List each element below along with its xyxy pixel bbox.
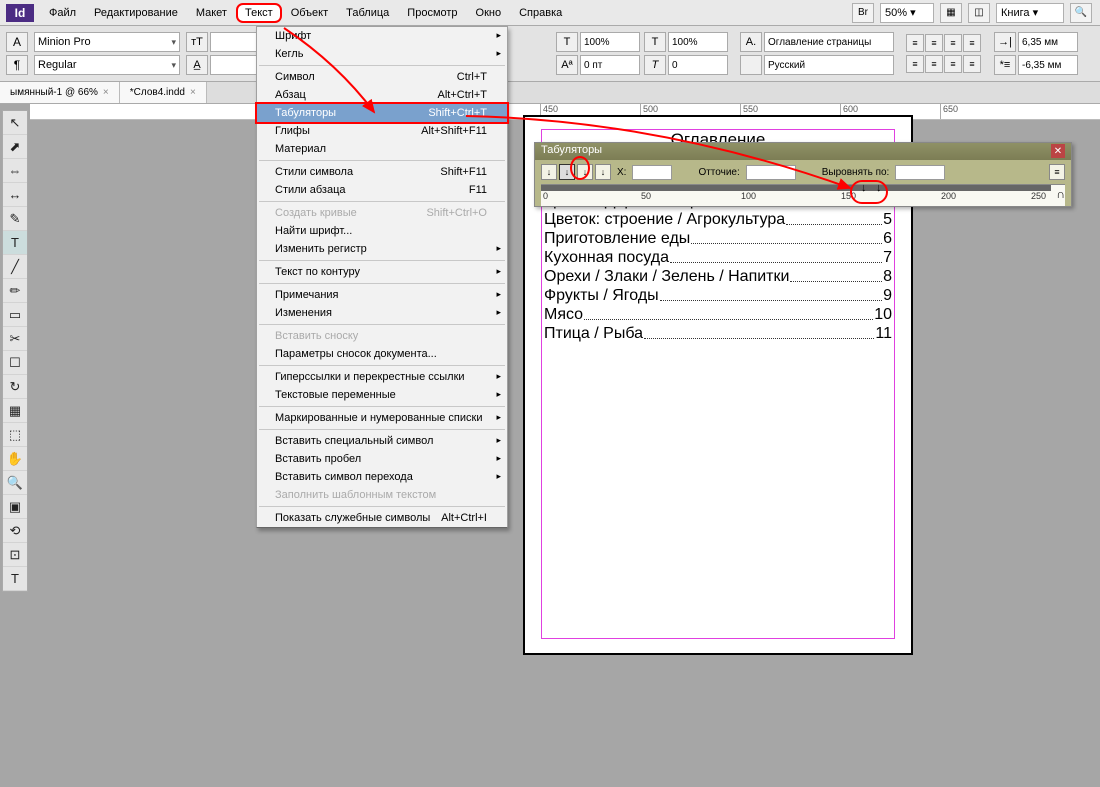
hscale-icon: T xyxy=(556,32,578,52)
toolbox: ↖⬈⇔↔✎T╱✏▭✂☐↻▦⬚✋🔍▣⟲⊡T xyxy=(2,110,28,592)
annotation-arrow-2 xyxy=(460,110,880,203)
menu-object[interactable]: Объект xyxy=(282,3,337,23)
baseline-input[interactable]: 0 пт xyxy=(580,55,640,75)
menu-item[interactable]: Параметры сносок документа... xyxy=(257,345,507,363)
leading-icon: A̲ xyxy=(186,55,208,75)
menu-view[interactable]: Просмотр xyxy=(398,3,466,23)
tool-button[interactable]: ╱ xyxy=(3,255,27,279)
menu-item[interactable]: Вставить символ перехода▸ xyxy=(257,468,507,486)
font-family-select[interactable]: Minion Pro▾ xyxy=(34,32,180,52)
tool-button[interactable]: T xyxy=(3,231,27,255)
tool-button[interactable]: T xyxy=(3,567,27,591)
hscale-input[interactable]: 100% xyxy=(580,32,640,52)
document-tabs: ымянный-1 @ 66%× *Слов4.indd× xyxy=(0,82,1100,104)
align-buttons-2[interactable]: ≡≡≡≡ xyxy=(906,55,982,73)
menu-item: Вставить сноску xyxy=(257,327,507,345)
workspace-switch[interactable]: Книга ▾ xyxy=(996,3,1064,23)
menu-text[interactable]: Текст xyxy=(236,3,282,23)
menu-item[interactable]: Изменить регистр▸ xyxy=(257,240,507,258)
menu-item[interactable]: Изменения▸ xyxy=(257,304,507,322)
app-icon: Id xyxy=(6,4,34,22)
bridge-icon[interactable]: Br xyxy=(852,3,874,23)
menubar: Id Файл Редактирование Макет Текст Объек… xyxy=(0,0,1100,26)
tool-button[interactable]: ▭ xyxy=(3,303,27,327)
char-mode-icon[interactable]: A xyxy=(6,32,28,52)
align-input[interactable] xyxy=(895,165,945,180)
indent-left-icon: →| xyxy=(994,32,1016,52)
arrange-icon[interactable]: ◫ xyxy=(968,3,990,23)
para-mode-icon[interactable]: ¶ xyxy=(6,55,28,75)
close-icon[interactable]: × xyxy=(103,87,109,98)
menu-layout[interactable]: Макет xyxy=(187,3,236,23)
indent-2[interactable]: -6,35 мм xyxy=(1018,55,1078,75)
magnet-icon[interactable]: ∩ xyxy=(1056,187,1065,201)
indent-first-icon: *≡ xyxy=(994,55,1016,75)
tool-button[interactable]: ✂ xyxy=(3,327,27,351)
tool-button[interactable]: ⬚ xyxy=(3,423,27,447)
control-bar: A ¶ Minion Pro▾ Regular▾ тТ A̲ T100% Aª0… xyxy=(0,26,1100,82)
menu-item: Заполнить шаблонным текстом xyxy=(257,486,507,504)
skew-input[interactable]: 0 xyxy=(668,55,728,75)
menu-item[interactable]: Гиперссылки и перекрестные ссылки▸ xyxy=(257,368,507,386)
screen-mode-icon[interactable]: ▦ xyxy=(940,3,962,23)
menu-item: Создать кривыеShift+Ctrl+O xyxy=(257,204,507,222)
toc-row: Птица / Рыба11 xyxy=(544,324,892,343)
close-icon[interactable]: × xyxy=(190,87,196,98)
menu-item[interactable]: Найти шрифт... xyxy=(257,222,507,240)
menu-table[interactable]: Таблица xyxy=(337,3,398,23)
skew-icon: T xyxy=(644,55,666,75)
menu-edit[interactable]: Редактирование xyxy=(85,3,187,23)
search-icon[interactable]: 🔍 xyxy=(1070,3,1092,23)
menu-item[interactable]: Примечания▸ xyxy=(257,286,507,304)
tool-button[interactable]: ⟲ xyxy=(3,519,27,543)
tool-button[interactable]: ↻ xyxy=(3,375,27,399)
vscale-input[interactable]: 100% xyxy=(668,32,728,52)
menu-help[interactable]: Справка xyxy=(510,3,571,23)
language-select[interactable]: Русский xyxy=(764,55,894,75)
tool-button[interactable]: ☐ xyxy=(3,351,27,375)
tool-button[interactable]: ⇔ xyxy=(3,159,27,183)
parastyle-icon: A. xyxy=(740,32,762,52)
tool-button[interactable]: ⊡ xyxy=(3,543,27,567)
baseline-icon: Aª xyxy=(556,55,578,75)
menu-item[interactable]: Текстовые переменные▸ xyxy=(257,386,507,404)
tool-button[interactable]: ✋ xyxy=(3,447,27,471)
zoom-level[interactable]: 50% ▾ xyxy=(880,3,934,23)
tool-button[interactable]: ✎ xyxy=(3,207,27,231)
align-buttons[interactable]: ≡≡≡≡ xyxy=(906,34,982,52)
lang-icon xyxy=(740,55,762,75)
tool-button[interactable]: 🔍 xyxy=(3,471,27,495)
tool-button[interactable]: ▦ xyxy=(3,399,27,423)
vscale-icon: T xyxy=(644,32,666,52)
tool-button[interactable]: ▣ xyxy=(3,495,27,519)
tool-button[interactable]: ✏ xyxy=(3,279,27,303)
menu-item[interactable]: Вставить специальный символ▸ xyxy=(257,432,507,450)
tool-button[interactable]: ⬈ xyxy=(3,135,27,159)
tool-button[interactable]: ↔ xyxy=(3,183,27,207)
doc-tab-2[interactable]: *Слов4.indd× xyxy=(120,82,207,103)
menu-item[interactable]: Показать служебные символыAlt+Ctrl+I xyxy=(257,509,507,527)
menu-window[interactable]: Окно xyxy=(467,3,511,23)
font-style-select[interactable]: Regular▾ xyxy=(34,55,180,75)
para-style-select[interactable]: Оглавление страницы xyxy=(764,32,894,52)
indent-1[interactable]: 6,35 мм xyxy=(1018,32,1078,52)
menu-item[interactable]: Маркированные и нумерованные списки▸ xyxy=(257,409,507,427)
tool-button[interactable]: ↖ xyxy=(3,111,27,135)
close-icon[interactable]: ✕ xyxy=(1051,144,1065,158)
menu-item[interactable]: Текст по контуру▸ xyxy=(257,263,507,281)
panel-menu-icon[interactable]: ≡ xyxy=(1049,164,1065,180)
doc-tab-1[interactable]: ымянный-1 @ 66%× xyxy=(0,82,120,103)
size-icon: тТ xyxy=(186,32,208,52)
menu-file[interactable]: Файл xyxy=(40,3,85,23)
menu-item[interactable]: Вставить пробел▸ xyxy=(257,450,507,468)
